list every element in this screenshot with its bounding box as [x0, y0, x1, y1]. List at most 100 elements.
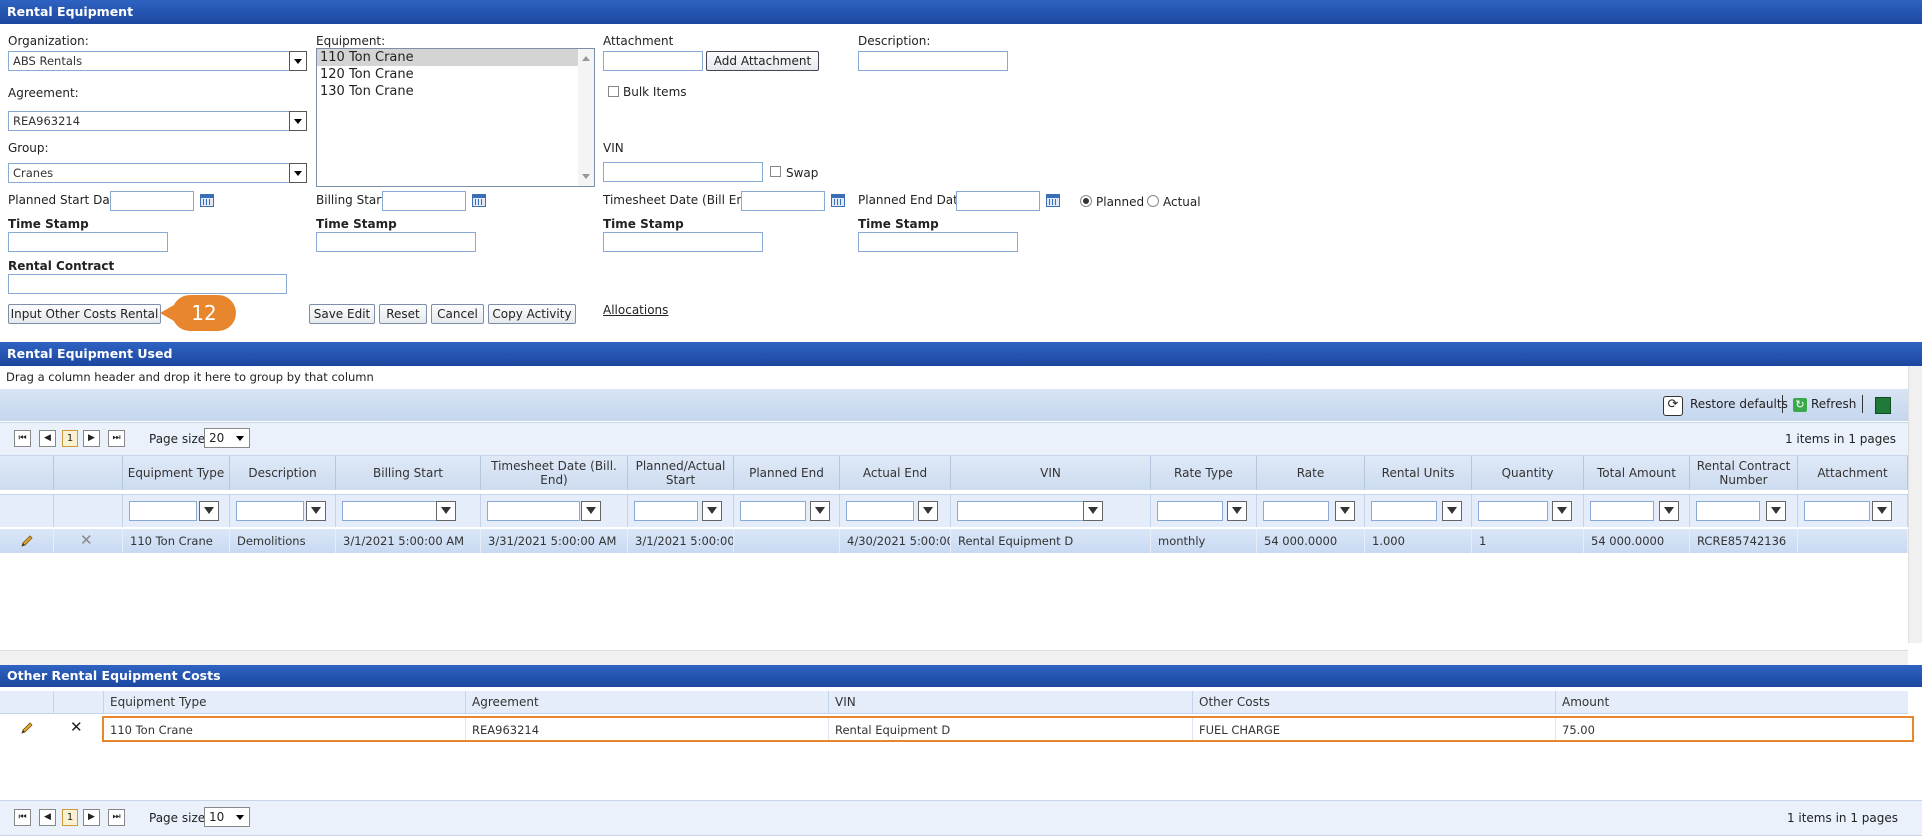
- equipment-option[interactable]: 130 Ton Crane: [317, 83, 594, 100]
- add-attachment-button[interactable]: Add Attachment: [706, 51, 819, 71]
- filter-input[interactable]: [957, 501, 1085, 521]
- col-vin[interactable]: VIN: [829, 691, 1193, 713]
- col-billing-start[interactable]: Billing Start: [336, 456, 481, 490]
- rental-contract-input[interactable]: [8, 274, 287, 294]
- vin-input[interactable]: [603, 162, 763, 182]
- filter-input[interactable]: [129, 501, 197, 521]
- equipment-listbox[interactable]: 110 Ton Crane 120 Ton Crane 130 Ton Cran…: [316, 48, 595, 187]
- filter-icon[interactable]: [702, 501, 722, 521]
- col-description[interactable]: Description: [230, 456, 336, 490]
- planned-end-input[interactable]: [956, 191, 1040, 211]
- allocations-link[interactable]: Allocations: [603, 303, 668, 317]
- filter-icon[interactable]: [918, 501, 938, 521]
- delete-icon[interactable]: ✕: [80, 529, 93, 552]
- equipment-option[interactable]: 120 Ton Crane: [317, 66, 594, 83]
- planned-start-calendar-icon[interactable]: [200, 194, 214, 207]
- filter-icon[interactable]: [1872, 501, 1892, 521]
- filter-icon[interactable]: [581, 501, 601, 521]
- col-total-amount[interactable]: Total Amount: [1584, 456, 1690, 490]
- filter-input[interactable]: [236, 501, 304, 521]
- filter-input[interactable]: [1371, 501, 1437, 521]
- filter-icon[interactable]: [1766, 501, 1786, 521]
- last-page-icon[interactable]: ⏭: [108, 809, 125, 826]
- cancel-button[interactable]: Cancel: [431, 304, 484, 324]
- filter-icon[interactable]: [306, 501, 326, 521]
- export-excel-icon[interactable]: [1875, 397, 1891, 414]
- col-planned-actual-start[interactable]: Planned/Actual Start: [628, 456, 734, 490]
- timestamp-input-3[interactable]: [603, 232, 763, 252]
- bulk-items-checkbox[interactable]: [608, 86, 619, 97]
- col-agreement[interactable]: Agreement: [466, 691, 829, 713]
- organization-dropdown-icon[interactable]: [289, 51, 307, 71]
- filter-input[interactable]: [342, 501, 442, 521]
- filter-icon[interactable]: [1335, 501, 1355, 521]
- timesheet-calendar-icon[interactable]: [831, 194, 845, 207]
- scroll-up-icon[interactable]: [582, 56, 590, 61]
- filter-input[interactable]: [487, 501, 580, 521]
- filter-icon[interactable]: [1659, 501, 1679, 521]
- prev-page-icon[interactable]: ◀: [39, 809, 56, 826]
- planned-radio[interactable]: [1080, 195, 1092, 207]
- equipment-scrollbar[interactable]: [578, 49, 594, 186]
- table-row[interactable]: ✕ 110 Ton Crane REA963214 Rental Equipme…: [0, 716, 1914, 742]
- col-rate-type[interactable]: Rate Type: [1151, 456, 1257, 490]
- filter-input[interactable]: [1478, 501, 1548, 521]
- last-page-icon[interactable]: ⏭: [108, 430, 125, 447]
- page-number[interactable]: 1: [62, 430, 78, 447]
- col-rate[interactable]: Rate: [1257, 456, 1365, 490]
- filter-input[interactable]: [1590, 501, 1654, 521]
- agreement-select[interactable]: REA963214: [8, 111, 290, 131]
- page-number[interactable]: 1: [62, 809, 78, 826]
- billing-start-input[interactable]: [382, 191, 466, 211]
- refresh-button[interactable]: Refresh: [1811, 397, 1856, 411]
- filter-icon[interactable]: [436, 501, 456, 521]
- actual-radio[interactable]: [1147, 195, 1159, 207]
- page-size-select[interactable]: 10: [204, 807, 250, 827]
- col-amount[interactable]: Amount: [1556, 691, 1908, 713]
- group-select[interactable]: Cranes: [8, 163, 290, 183]
- col-rental-units[interactable]: Rental Units: [1365, 456, 1472, 490]
- col-equipment-type[interactable]: Equipment Type: [104, 691, 466, 713]
- col-equipment-type[interactable]: Equipment Type: [123, 456, 230, 490]
- filter-input[interactable]: [740, 501, 806, 521]
- filter-icon[interactable]: [1083, 501, 1103, 521]
- timestamp-input-1[interactable]: [8, 232, 168, 252]
- reset-button[interactable]: Reset: [379, 304, 427, 324]
- scroll-down-icon[interactable]: [582, 174, 590, 179]
- col-quantity[interactable]: Quantity: [1472, 456, 1584, 490]
- prev-page-icon[interactable]: ◀: [39, 430, 56, 447]
- used-vertical-scrollbar[interactable]: [1908, 366, 1922, 643]
- col-timesheet-date[interactable]: Timesheet Date (Bill. End): [481, 456, 628, 490]
- timesheet-input[interactable]: [741, 191, 825, 211]
- billing-start-calendar-icon[interactable]: [472, 194, 486, 207]
- col-other-costs[interactable]: Other Costs: [1193, 691, 1556, 713]
- attachment-input[interactable]: [603, 51, 703, 71]
- col-vin[interactable]: VIN: [951, 456, 1151, 490]
- group-dropdown-icon[interactable]: [289, 163, 307, 183]
- filter-input[interactable]: [1804, 501, 1870, 521]
- filter-input[interactable]: [1696, 501, 1760, 521]
- swap-checkbox[interactable]: [770, 166, 781, 177]
- filter-icon[interactable]: [1227, 501, 1247, 521]
- filter-icon[interactable]: [1442, 501, 1462, 521]
- filter-icon[interactable]: [199, 501, 219, 521]
- filter-input[interactable]: [846, 501, 914, 521]
- first-page-icon[interactable]: ⏮: [14, 430, 31, 447]
- planned-start-input[interactable]: [110, 191, 194, 211]
- delete-icon[interactable]: ✕: [70, 718, 83, 736]
- organization-select[interactable]: ABS Rentals: [8, 51, 290, 71]
- copy-activity-button[interactable]: Copy Activity: [488, 304, 576, 324]
- pencil-icon[interactable]: [20, 534, 34, 548]
- input-other-costs-button[interactable]: Input Other Costs Rental: [8, 304, 161, 324]
- timestamp-input-4[interactable]: [858, 232, 1018, 252]
- save-edit-button[interactable]: Save Edit: [309, 304, 375, 324]
- pencil-icon[interactable]: [20, 721, 34, 735]
- filter-input[interactable]: [1263, 501, 1329, 521]
- restore-defaults-button[interactable]: Restore defaults: [1690, 397, 1788, 411]
- next-page-icon[interactable]: ▶: [83, 809, 100, 826]
- col-attachment[interactable]: Attachment: [1798, 456, 1908, 490]
- col-planned-end[interactable]: Planned End: [734, 456, 840, 490]
- next-page-icon[interactable]: ▶: [83, 430, 100, 447]
- page-size-select[interactable]: 20: [204, 428, 250, 448]
- used-horizontal-scrollbar[interactable]: [0, 650, 1908, 665]
